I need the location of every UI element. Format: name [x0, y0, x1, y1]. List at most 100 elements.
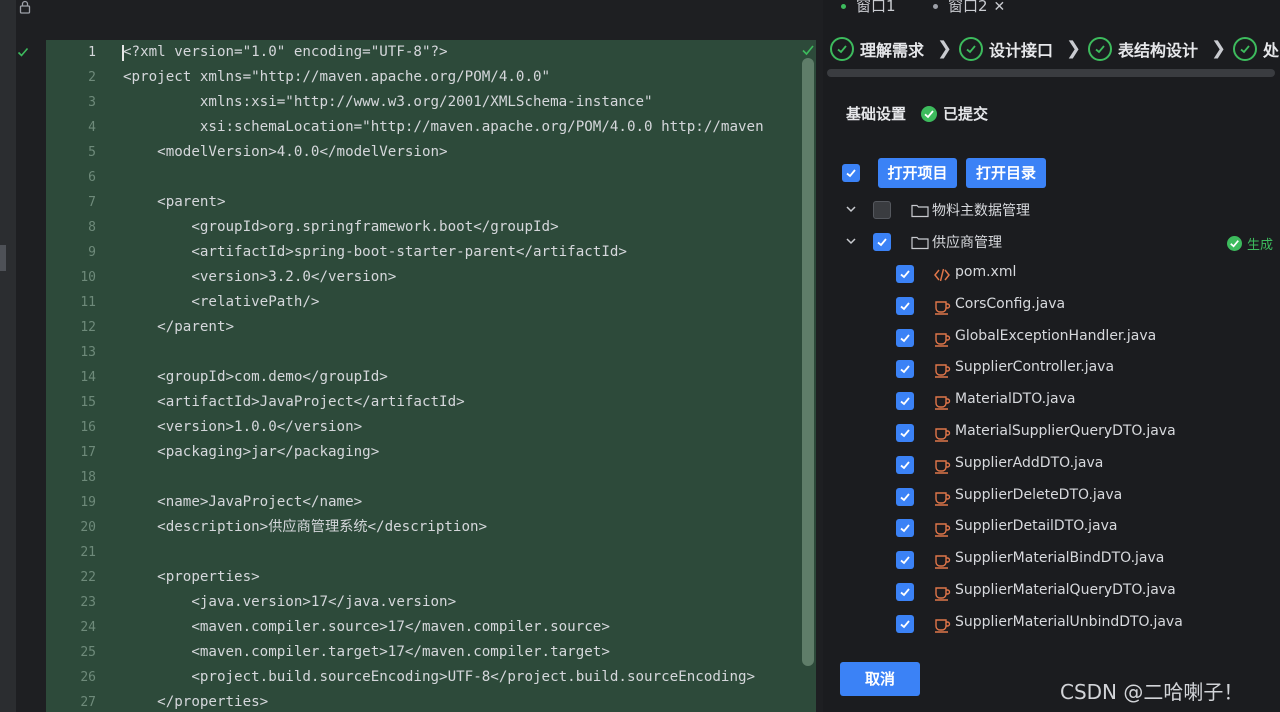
line-number: 7 — [88, 195, 96, 210]
cancel-button[interactable]: 取消 — [840, 662, 920, 696]
code-line[interactable]: 21 — [46, 540, 806, 565]
file-checkbox[interactable] — [896, 551, 914, 569]
tab-window-1[interactable]: 窗口1 — [841, 0, 896, 16]
code-line[interactable]: 10 <version>3.2.0</version> — [46, 265, 806, 290]
lock-icon[interactable] — [19, 0, 37, 14]
check-circle-icon — [830, 37, 854, 61]
file-row[interactable]: SupplierMaterialQueryDTO.java — [823, 579, 1280, 607]
code-text: <java.version>17</java.version> — [123, 594, 457, 610]
folder-checkbox[interactable] — [873, 233, 891, 251]
file-checkbox[interactable] — [896, 519, 914, 537]
code-line[interactable]: 26 <project.build.sourceEncoding>UTF-8</… — [46, 665, 806, 690]
file-row[interactable]: SupplierMaterialUnbindDTO.java — [823, 611, 1280, 639]
check-icon — [17, 43, 29, 57]
file-checkbox[interactable] — [896, 360, 914, 378]
code-line[interactable]: 3 xmlns:xsi="http://www.w3.org/2001/XMLS… — [46, 90, 806, 115]
line-number: 19 — [80, 495, 96, 510]
step-understand[interactable]: 理解需求 — [830, 34, 924, 64]
line-number: 3 — [88, 95, 96, 110]
code-line[interactable]: 2 <project xmlns="http://maven.apache.org… — [46, 65, 806, 90]
file-row[interactable]: pom.xml — [823, 261, 1280, 289]
file-row[interactable]: GlobalExceptionHandler.java — [823, 325, 1280, 353]
file-row[interactable]: SupplierMaterialBindDTO.java — [823, 547, 1280, 575]
tree-folder-row[interactable]: 供应商管理 — [823, 229, 1280, 257]
close-icon[interactable]: ✕ — [994, 0, 1006, 15]
line-number: 6 — [88, 170, 96, 185]
code-line[interactable]: 8 <groupId>org.springframework.boot</gro… — [46, 215, 806, 240]
code-line[interactable]: 16 <version>1.0.0</version> — [46, 415, 806, 440]
file-row[interactable]: MaterialDTO.java — [823, 388, 1280, 416]
code-line[interactable]: 22 <properties> — [46, 565, 806, 590]
code-line[interactable]: 9 <artifactId>spring-boot-starter-parent… — [46, 240, 806, 265]
code-line[interactable]: 15 <artifactId>JavaProject</artifactId> — [46, 390, 806, 415]
code-line[interactable]: 4 xsi:schemaLocation="http://maven.apach… — [46, 115, 806, 140]
code-line[interactable]: 11 <relativePath/> — [46, 290, 806, 315]
code-line[interactable]: 14 <groupId>com.demo</groupId> — [46, 365, 806, 390]
file-row[interactable]: SupplierDeleteDTO.java — [823, 484, 1280, 512]
code-text: <description>供应商管理系统</description> — [123, 519, 488, 535]
folder-checkbox[interactable] — [873, 201, 891, 219]
code-line[interactable]: 18 — [46, 465, 806, 490]
file-checkbox[interactable] — [896, 488, 914, 506]
code-line[interactable]: 5 <modelVersion>4.0.0</modelVersion> — [46, 140, 806, 165]
file-name: MaterialSupplierQueryDTO.java — [955, 423, 1176, 439]
code-line[interactable]: 20 <description>供应商管理系统</description> — [46, 515, 806, 540]
file-row[interactable]: SupplierDetailDTO.java — [823, 515, 1280, 543]
code-line[interactable]: 27 </properties> — [46, 690, 806, 712]
line-number: 27 — [80, 695, 96, 710]
tree-folder-row[interactable]: 物料主数据管理 — [823, 197, 1280, 225]
java-file-icon — [933, 330, 951, 348]
file-name: SupplierDeleteDTO.java — [955, 487, 1123, 503]
file-checkbox[interactable] — [896, 265, 914, 283]
chevron-down-icon[interactable] — [845, 203, 857, 215]
folder-icon — [911, 204, 929, 218]
file-row[interactable]: SupplierController.java — [823, 356, 1280, 384]
step-next[interactable]: 处 — [1233, 34, 1279, 64]
code-line[interactable]: 12 </parent> — [46, 315, 806, 340]
step-design-api[interactable]: 设计接口 — [959, 34, 1053, 64]
code-text: <maven.compiler.target>17</maven.compile… — [123, 644, 610, 660]
code-line[interactable]: 19 <name>JavaProject</name> — [46, 490, 806, 515]
code-line[interactable]: 25 <maven.compiler.target>17</maven.comp… — [46, 640, 806, 665]
file-row[interactable]: CorsConfig.java — [823, 293, 1280, 321]
generated-status: 生成 — [1227, 234, 1273, 253]
watermark: CSDN @二哈喇子！ — [1060, 680, 1244, 704]
open-project-button[interactable]: 打开项目 — [878, 158, 957, 188]
chevron-down-icon[interactable] — [845, 235, 857, 247]
code-line[interactable]: 24 <maven.compiler.source>17</maven.comp… — [46, 615, 806, 640]
line-number: 20 — [80, 520, 96, 535]
code-editor[interactable]: 1 <?xml version="1.0" encoding="UTF-8"?> 2… — [46, 40, 816, 712]
code-line[interactable]: 7 <parent> — [46, 190, 806, 215]
xml-code-icon — [933, 266, 951, 284]
file-checkbox[interactable] — [896, 392, 914, 410]
open-directory-button[interactable]: 打开目录 — [966, 158, 1046, 188]
code-text: <project.build.sourceEncoding>UTF-8</pro… — [123, 669, 756, 685]
file-name: SupplierAddDTO.java — [955, 455, 1104, 471]
tab-window-2[interactable]: 窗口2 ✕ — [933, 0, 1005, 16]
file-checkbox[interactable] — [896, 424, 914, 442]
line-number: 9 — [88, 245, 96, 260]
steps-scrollbar[interactable] — [827, 69, 1275, 77]
code-text: <version>1.0.0</version> — [123, 419, 363, 435]
file-checkbox[interactable] — [896, 456, 914, 474]
check-circle-filled-icon — [921, 105, 937, 122]
code-line[interactable]: 13 — [46, 340, 806, 365]
file-checkbox[interactable] — [896, 329, 914, 347]
code-text: <project xmlns="http://maven.apache.org/… — [123, 69, 551, 85]
code-text: <properties> — [123, 569, 260, 585]
file-row[interactable]: MaterialSupplierQueryDTO.java — [823, 420, 1280, 448]
file-checkbox[interactable] — [896, 583, 914, 601]
file-checkbox[interactable] — [896, 615, 914, 633]
code-line[interactable]: 23 <java.version>17</java.version> — [46, 590, 806, 615]
code-line[interactable]: 6 — [46, 165, 806, 190]
file-row[interactable]: SupplierAddDTO.java — [823, 452, 1280, 480]
code-line[interactable]: 17 <packaging>jar</packaging> — [46, 440, 806, 465]
line-number: 1 — [88, 45, 96, 60]
code-line[interactable]: 1 <?xml version="1.0" encoding="UTF-8"?> — [46, 40, 806, 65]
java-file-icon — [933, 552, 951, 570]
step-table-design[interactable]: 表结构设计 — [1088, 34, 1198, 64]
select-all-checkbox[interactable] — [842, 164, 860, 182]
file-checkbox[interactable] — [896, 297, 914, 315]
editor-scrollbar[interactable] — [802, 58, 814, 666]
file-name: SupplierController.java — [955, 359, 1115, 375]
